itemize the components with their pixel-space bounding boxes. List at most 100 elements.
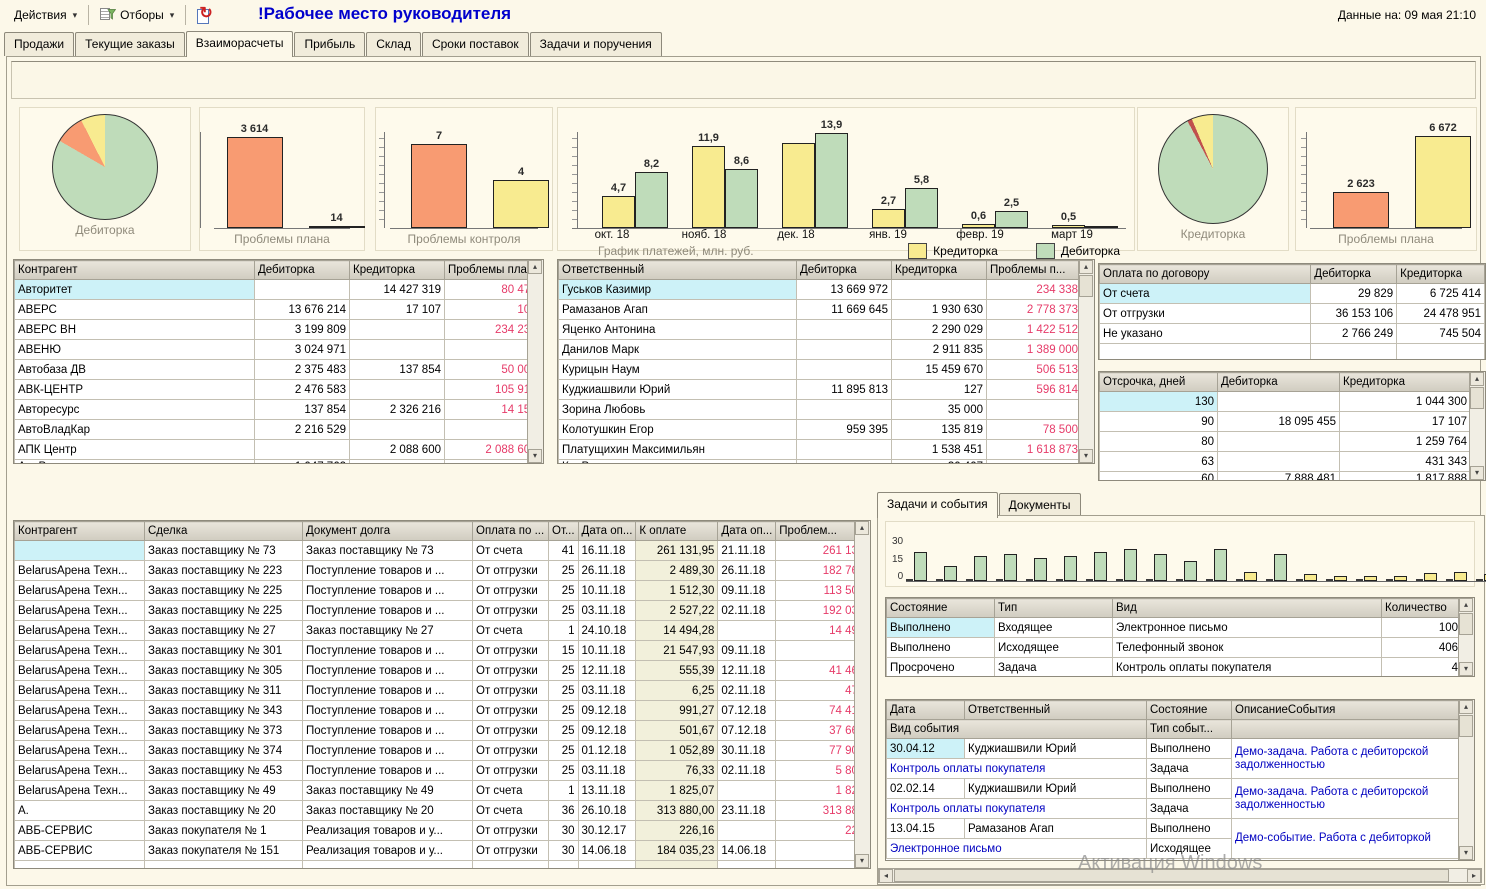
- cell[interactable]: АВК-ЦЕНТР: [15, 380, 255, 400]
- cell[interactable]: Зорина Любовь: [559, 400, 797, 420]
- scroll-down-button[interactable]: [1459, 846, 1473, 860]
- cell[interactable]: [718, 821, 776, 841]
- column-header[interactable]: Сделка: [145, 522, 303, 541]
- cell[interactable]: BelarusАрена Техн...: [15, 661, 145, 681]
- responsibles-scrollbar[interactable]: [1078, 260, 1094, 463]
- cell[interactable]: [445, 340, 541, 360]
- contractors-scrollbar[interactable]: [527, 260, 543, 463]
- cell[interactable]: 02.02.14: [887, 779, 965, 799]
- cell[interactable]: 25: [549, 601, 579, 621]
- column-header[interactable]: Проблемы пла...: [445, 261, 541, 280]
- events-log-scrollbar[interactable]: [1458, 700, 1474, 860]
- cell[interactable]: 137 854: [255, 400, 350, 420]
- cell[interactable]: 3 024 971: [255, 340, 350, 360]
- cell[interactable]: 25: [549, 761, 579, 781]
- cell[interactable]: Курицын Наум: [559, 360, 797, 380]
- cell[interactable]: 25: [549, 701, 579, 721]
- cell[interactable]: От отгрузки: [473, 681, 549, 701]
- cell[interactable]: [445, 420, 541, 440]
- cell[interactable]: 2 326 216: [350, 400, 445, 420]
- cell[interactable]: Заказ поставщику № 453: [145, 761, 303, 781]
- cell[interactable]: 02.11.18: [718, 601, 776, 621]
- cell[interactable]: 3 199 809: [255, 320, 350, 340]
- cell[interactable]: 234 230: [445, 320, 541, 340]
- cell[interactable]: BelarusАрена Техн...: [15, 561, 145, 581]
- cell[interactable]: 1 044 300: [1340, 392, 1471, 412]
- cell[interactable]: Контроль оплаты покупателя: [1113, 658, 1382, 678]
- cell[interactable]: Реализация товаров и у...: [303, 821, 473, 841]
- cell[interactable]: [718, 621, 776, 641]
- cell[interactable]: 18 095 455: [1218, 412, 1340, 432]
- cell[interactable]: 15 459 670: [892, 360, 987, 380]
- cell[interactable]: [303, 861, 473, 870]
- cell[interactable]: Заказ поставщику № 73: [145, 541, 303, 561]
- column-subheader[interactable]: [1232, 720, 1462, 739]
- scroll-thumb[interactable]: [1470, 387, 1484, 409]
- debts-scrollbar[interactable]: [854, 521, 870, 868]
- cell[interactable]: 1 825,07: [636, 781, 718, 801]
- cell[interactable]: 1 422 512: [987, 320, 1082, 340]
- cell[interactable]: От отгрузки: [473, 841, 549, 861]
- cell[interactable]: Заказ поставщику № 73: [303, 541, 473, 561]
- cell[interactable]: [1100, 344, 1311, 361]
- cell[interactable]: От отгрузки: [473, 741, 549, 761]
- cell[interactable]: Поступление товаров и ...: [303, 641, 473, 661]
- column-header[interactable]: Кредиторка: [892, 261, 987, 280]
- cell[interactable]: [473, 861, 549, 870]
- cell[interactable]: [15, 541, 145, 561]
- cell[interactable]: 6,25: [636, 681, 718, 701]
- cell[interactable]: 135 819: [892, 420, 987, 440]
- cell[interactable]: 13 669 972: [797, 280, 892, 300]
- column-header[interactable]: От...: [549, 522, 579, 541]
- cell[interactable]: 78 500: [987, 420, 1082, 440]
- column-subheader[interactable]: Вид события: [887, 720, 1147, 739]
- cell[interactable]: 14 427 319: [350, 280, 445, 300]
- cell[interactable]: 6 725 414: [1397, 284, 1485, 304]
- scroll-up-button[interactable]: [1459, 598, 1473, 612]
- cell[interactable]: 2 527,22: [636, 601, 718, 621]
- cell[interactable]: BelarusАрена Техн...: [15, 761, 145, 781]
- cell[interactable]: От счета: [473, 801, 549, 821]
- tab-Текущие заказы[interactable]: Текущие заказы: [75, 32, 185, 56]
- column-header[interactable]: Ответственный: [559, 261, 797, 280]
- cell[interactable]: А.: [15, 801, 145, 821]
- cell[interactable]: Авторитет: [15, 280, 255, 300]
- cell[interactable]: 24.10.18: [578, 621, 636, 641]
- cell[interactable]: 09.12.18: [578, 721, 636, 741]
- cell[interactable]: 2 088 600: [445, 440, 541, 460]
- cell[interactable]: Контроль оплаты покупателя: [887, 799, 1147, 819]
- cell[interactable]: 63: [1100, 452, 1218, 472]
- cell[interactable]: 1 618 873: [987, 440, 1082, 460]
- cell[interactable]: Заказ поставщику № 225: [145, 581, 303, 601]
- scroll-up-button[interactable]: [528, 260, 542, 274]
- cell[interactable]: Выполнено: [1147, 779, 1232, 799]
- cell[interactable]: [255, 280, 350, 300]
- cell[interactable]: Рамазанов Агап: [965, 819, 1147, 839]
- cell[interactable]: 30.11.18: [718, 741, 776, 761]
- cell[interactable]: От отгрузки: [473, 721, 549, 741]
- cell[interactable]: От отгрузки: [1100, 304, 1311, 324]
- cell[interactable]: Заказ поставщику № 223: [145, 561, 303, 581]
- cell[interactable]: 14.06.18: [718, 841, 776, 861]
- cell[interactable]: 13.11.18: [578, 781, 636, 801]
- cell[interactable]: Выполнено: [1147, 819, 1232, 839]
- cell[interactable]: [350, 420, 445, 440]
- cell[interactable]: 959 395: [797, 420, 892, 440]
- cell[interactable]: BelarusАрена Техн...: [15, 581, 145, 601]
- cell[interactable]: 1: [549, 781, 579, 801]
- column-header[interactable]: Контрагент: [15, 261, 255, 280]
- cell[interactable]: 11 895 813: [797, 380, 892, 400]
- cell[interactable]: 14.06.18: [578, 841, 636, 861]
- cell[interactable]: [797, 440, 892, 460]
- cell[interactable]: 07.12.18: [718, 701, 776, 721]
- scroll-down-button[interactable]: [855, 854, 869, 868]
- cell[interactable]: 596 814: [987, 380, 1082, 400]
- cell[interactable]: От счета: [1100, 284, 1311, 304]
- column-header[interactable]: Ответственный: [965, 701, 1147, 720]
- scroll-up-button[interactable]: [855, 521, 869, 535]
- column-header[interactable]: Отсрочка, дней: [1100, 373, 1218, 392]
- cell[interactable]: Рамазанов Агап: [559, 300, 797, 320]
- cell[interactable]: 2 489,30: [636, 561, 718, 581]
- tab-Прибыль[interactable]: Прибыль: [294, 32, 365, 56]
- column-header[interactable]: Кредиторка: [1397, 265, 1485, 284]
